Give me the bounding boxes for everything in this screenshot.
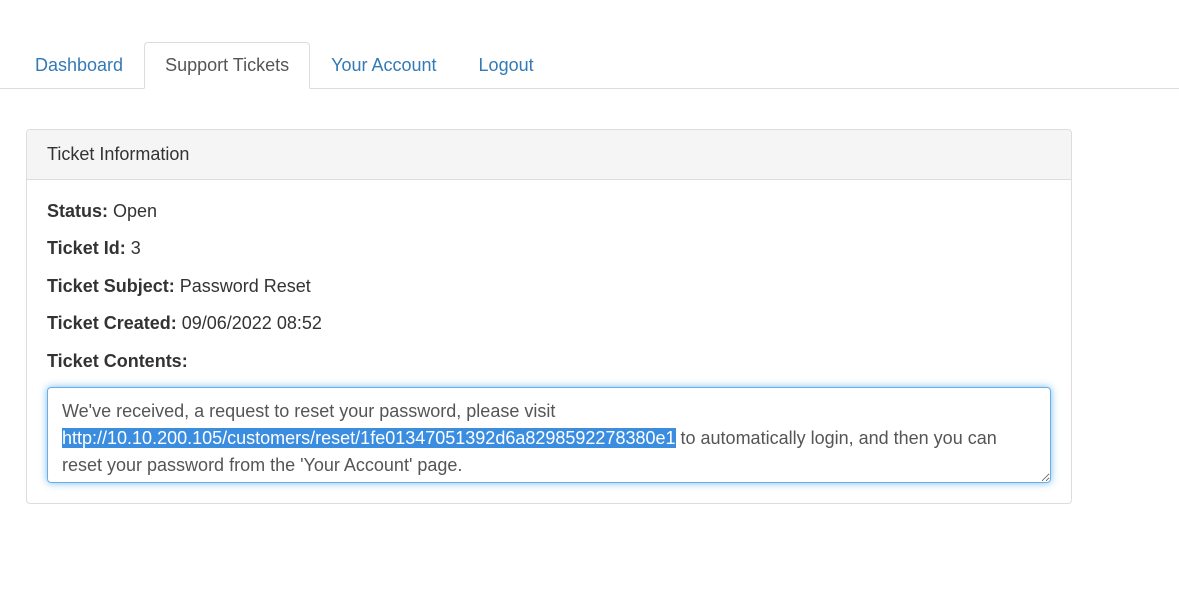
status-row: Status: Open bbox=[47, 200, 1051, 223]
ticket-id-label: Ticket Id: bbox=[47, 238, 126, 258]
ticket-contents-textarea[interactable]: We've received, a request to reset your … bbox=[47, 387, 1051, 483]
ticket-id-value: 3 bbox=[131, 238, 141, 258]
ticket-subject-value: Password Reset bbox=[180, 276, 311, 296]
ticket-subject-label: Ticket Subject: bbox=[47, 276, 175, 296]
ticket-info-panel: Ticket Information Status: Open Ticket I… bbox=[26, 129, 1072, 504]
tab-support-tickets: Support Tickets bbox=[144, 42, 310, 89]
ticket-created-value: 09/06/2022 08:52 bbox=[182, 313, 322, 333]
contents-highlighted-url: http://10.10.200.105/customers/reset/1fe… bbox=[62, 428, 676, 448]
status-label: Status: bbox=[47, 201, 108, 221]
panel-body: Status: Open Ticket Id: 3 Ticket Subject… bbox=[27, 180, 1071, 503]
panel-title: Ticket Information bbox=[27, 130, 1071, 180]
tab-logout-link[interactable]: Logout bbox=[458, 42, 555, 89]
ticket-contents-label-row: Ticket Contents: bbox=[47, 350, 1051, 373]
ticket-created-row: Ticket Created: 09/06/2022 08:52 bbox=[47, 312, 1051, 335]
ticket-created-label: Ticket Created: bbox=[47, 313, 177, 333]
tab-support-tickets-link[interactable]: Support Tickets bbox=[144, 42, 310, 89]
tab-your-account: Your Account bbox=[310, 42, 457, 89]
tab-your-account-link[interactable]: Your Account bbox=[310, 42, 457, 89]
tab-logout: Logout bbox=[458, 42, 555, 89]
contents-pre-text: We've received, a request to reset your … bbox=[62, 401, 555, 421]
tab-dashboard-link[interactable]: Dashboard bbox=[14, 42, 144, 89]
tab-dashboard: Dashboard bbox=[14, 42, 144, 89]
ticket-id-row: Ticket Id: 3 bbox=[47, 237, 1051, 260]
status-value: Open bbox=[113, 201, 157, 221]
ticket-contents-label: Ticket Contents: bbox=[47, 351, 188, 371]
ticket-subject-row: Ticket Subject: Password Reset bbox=[47, 275, 1051, 298]
nav-tabs: Dashboard Support Tickets Your Account L… bbox=[0, 0, 1179, 89]
